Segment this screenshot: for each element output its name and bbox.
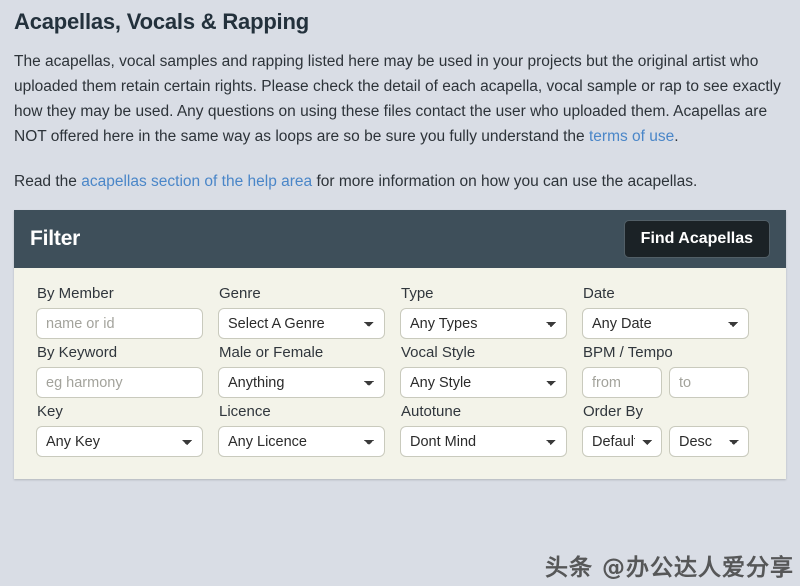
order-by-sort-select[interactable]: Default: [582, 426, 662, 457]
filter-row-1: By Member Genre Select A Genre Type Any …: [36, 280, 764, 339]
field-order-by: Order By Default Desc: [582, 398, 764, 457]
intro-paragraph-1: The acapellas, vocal samples and rapping…: [14, 49, 786, 149]
label-type: Type: [401, 285, 567, 302]
field-male-or-female: Male or Female Anything: [218, 339, 400, 398]
page-container: Acapellas, Vocals & Rapping The acapella…: [0, 9, 800, 479]
field-licence: Licence Any Licence: [218, 398, 400, 457]
genre-select[interactable]: Select A Genre: [218, 308, 385, 339]
filter-body: By Member Genre Select A Genre Type Any …: [14, 268, 786, 479]
field-bpm-tempo: BPM / Tempo: [582, 339, 764, 398]
autotune-select[interactable]: Dont Mind: [400, 426, 567, 457]
date-select[interactable]: Any Date: [582, 308, 749, 339]
label-autotune: Autotune: [401, 403, 567, 420]
filter-header: Filter Find Acapellas: [14, 210, 786, 268]
vocal-style-select[interactable]: Any Style: [400, 367, 567, 398]
label-licence: Licence: [219, 403, 385, 420]
label-by-keyword: By Keyword: [37, 344, 203, 361]
intro-text-2b: for more information on how you can use …: [312, 173, 697, 190]
intro-text-1b: .: [674, 128, 678, 145]
field-by-keyword: By Keyword: [36, 339, 218, 398]
bpm-to-input[interactable]: [669, 367, 749, 398]
by-keyword-input[interactable]: [36, 367, 203, 398]
type-select[interactable]: Any Types: [400, 308, 567, 339]
label-by-member: By Member: [37, 285, 203, 302]
order-by-group: Default Desc: [582, 426, 749, 457]
intro-text-2a: Read the: [14, 173, 81, 190]
field-key: Key Any Key: [36, 398, 218, 457]
label-bpm-tempo: BPM / Tempo: [583, 344, 749, 361]
key-select[interactable]: Any Key: [36, 426, 203, 457]
label-key: Key: [37, 403, 203, 420]
label-genre: Genre: [219, 285, 385, 302]
field-genre: Genre Select A Genre: [218, 280, 400, 339]
find-acapellas-button[interactable]: Find Acapellas: [624, 220, 770, 258]
acapellas-help-link[interactable]: acapellas section of the help area: [81, 173, 312, 190]
bpm-from-input[interactable]: [582, 367, 662, 398]
label-order-by: Order By: [583, 403, 749, 420]
label-date: Date: [583, 285, 749, 302]
filter-row-3: Key Any Key Licence Any Licence Autotune…: [36, 398, 764, 457]
filter-row-2: By Keyword Male or Female Anything Vocal…: [36, 339, 764, 398]
bpm-range-group: [582, 367, 749, 398]
field-type: Type Any Types: [400, 280, 582, 339]
male-or-female-select[interactable]: Anything: [218, 367, 385, 398]
licence-select[interactable]: Any Licence: [218, 426, 385, 457]
page-title: Acapellas, Vocals & Rapping: [14, 9, 786, 35]
order-by-direction-select[interactable]: Desc: [669, 426, 749, 457]
terms-of-use-link[interactable]: terms of use: [589, 128, 674, 145]
field-by-member: By Member: [36, 280, 218, 339]
field-vocal-style: Vocal Style Any Style: [400, 339, 582, 398]
by-member-input[interactable]: [36, 308, 203, 339]
filter-heading: Filter: [30, 227, 80, 251]
intro-paragraph-2: Read the acapellas section of the help a…: [14, 169, 786, 194]
label-vocal-style: Vocal Style: [401, 344, 567, 361]
filter-panel: Filter Find Acapellas By Member Genre Se…: [14, 210, 786, 479]
label-male-or-female: Male or Female: [219, 344, 385, 361]
field-autotune: Autotune Dont Mind: [400, 398, 582, 457]
field-date: Date Any Date: [582, 280, 764, 339]
